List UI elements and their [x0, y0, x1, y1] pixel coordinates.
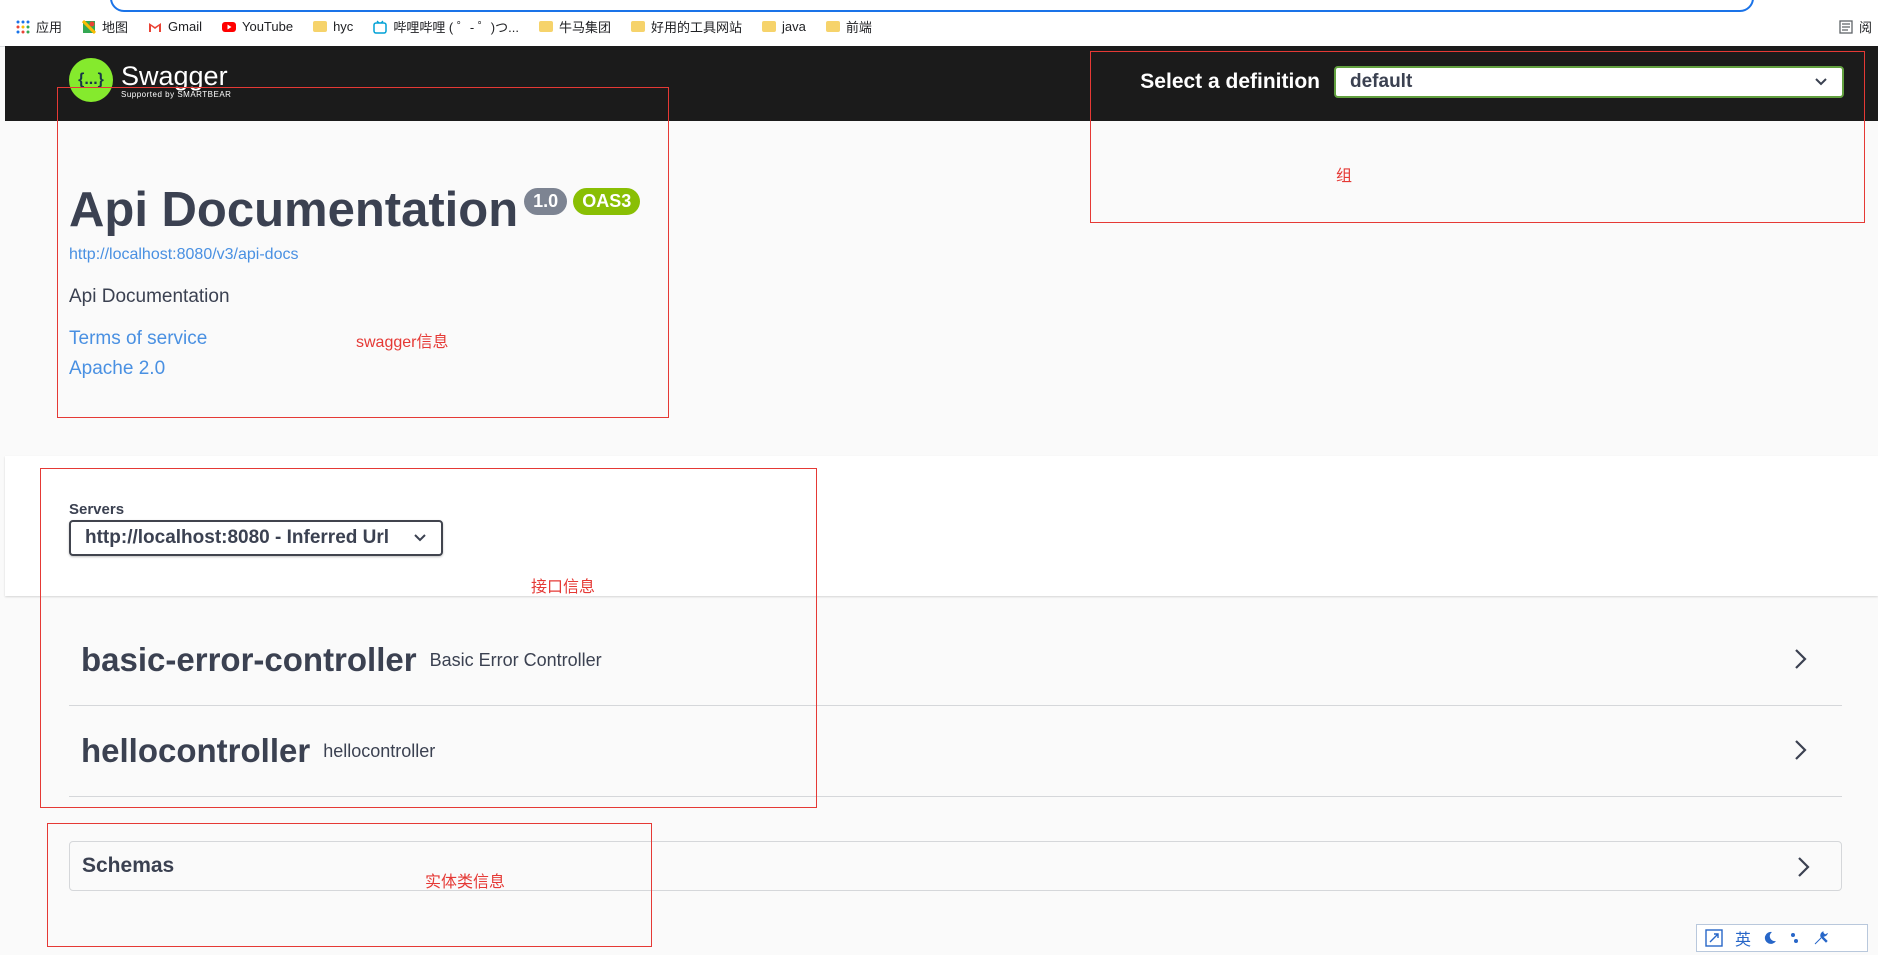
folder-icon [825, 21, 840, 32]
annotation-box-entity-info [47, 823, 652, 947]
wrench-icon[interactable] [1813, 930, 1829, 946]
youtube-icon [221, 21, 236, 32]
bookmark-niuma[interactable]: 牛马集团 [538, 17, 611, 36]
annotation-box-swagger-info [57, 87, 669, 418]
gmail-icon [149, 22, 162, 32]
punctuation-icon[interactable] [1789, 931, 1801, 945]
bookmark-label: 哔哩哔哩 ( ゜- ゜)つ... [393, 20, 519, 35]
folder-icon [762, 21, 777, 32]
bilibili-icon [373, 20, 388, 34]
bookmark-bilibili[interactable]: 哔哩哔哩 ( ゜- ゜)つ... [373, 17, 519, 36]
bookmark-label: 牛马集团 [558, 20, 611, 35]
bookmark-maps[interactable]: 地图 [82, 17, 128, 36]
bookmark-label: Gmail [168, 19, 202, 34]
folder-icon [538, 21, 553, 32]
chevron-right-icon[interactable] [1788, 738, 1812, 762]
bookmark-label: YouTube [241, 19, 294, 34]
apps-grid-icon [16, 20, 30, 33]
annotation-entity-info-label: 实体类信息 [425, 874, 506, 891]
reading-list-button[interactable]: 阅 [1839, 17, 1872, 36]
bookmark-youtube[interactable]: YouTube [221, 17, 294, 36]
bookmark-frontend[interactable]: 前端 [825, 17, 872, 36]
bookmark-gmail[interactable]: Gmail [148, 17, 202, 36]
expand-icon[interactable] [1705, 929, 1723, 947]
folder-icon [631, 21, 645, 32]
bookmark-tools[interactable]: 好用的工具网站 [631, 17, 742, 36]
chevron-right-icon[interactable] [1788, 647, 1812, 671]
address-bar[interactable] [110, 0, 1754, 12]
bookmark-label: hyc [333, 19, 354, 34]
bookmark-label: 地图 [102, 20, 129, 35]
bookmark-items: 应用 地图 Gmail YouTube hyc 哔哩哔哩 (゜- ゜)つ...… [16, 17, 872, 36]
ime-language[interactable]: 英 [1735, 926, 1751, 950]
maps-icon [82, 19, 97, 34]
reading-list-icon [1839, 19, 1853, 34]
bookmark-hyc[interactable]: hyc [313, 17, 353, 36]
annotation-api-info-label: 接口信息 [531, 579, 596, 596]
bookmark-java[interactable]: java [762, 17, 806, 36]
folder-icon [313, 21, 328, 32]
swagger-logo-name: Swagger [121, 60, 228, 91]
bookmark-label: java [782, 19, 806, 34]
bookmarks-bar: 应用 地图 Gmail YouTube hyc 哔哩哔哩 (゜- ゜)つ...… [0, 0, 1878, 47]
moon-icon[interactable] [1763, 931, 1777, 945]
ime-toolbar: 英 [1696, 924, 1868, 952]
reading-list-label: 阅 [1858, 20, 1872, 35]
bookmark-label: 前端 [845, 20, 872, 35]
chevron-right-icon[interactable] [1791, 855, 1815, 879]
bookmark-label: 好用的工具网站 [651, 20, 743, 35]
bookmark-label: 应用 [36, 20, 63, 35]
annotation-box-group [1090, 51, 1865, 223]
annotation-box-api-info [40, 468, 817, 808]
annotation-swagger-info-label: swagger信息 [356, 334, 449, 351]
annotation-group-label: 组 [1336, 168, 1353, 185]
bookmark-apps[interactable]: 应用 [16, 17, 62, 36]
